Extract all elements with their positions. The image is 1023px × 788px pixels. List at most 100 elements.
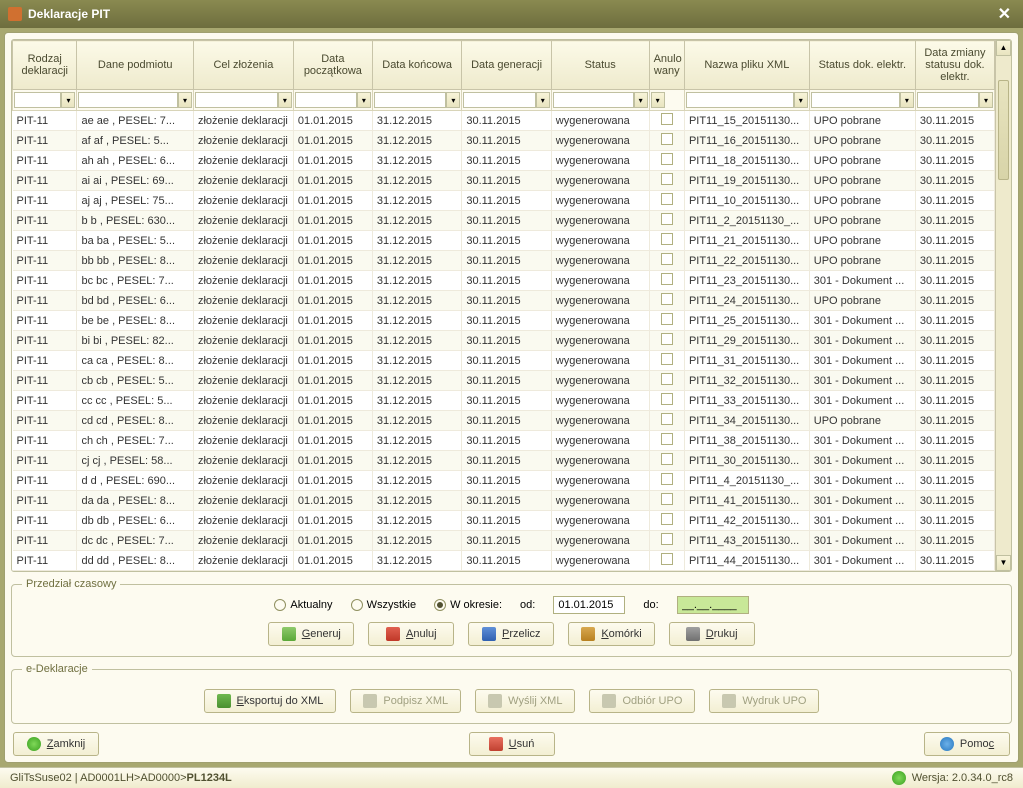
- filter-input-sde[interactable]: [811, 92, 900, 108]
- col-header-dgen[interactable]: Data generacji: [462, 41, 551, 90]
- col-header-dzse[interactable]: Data zmiany statusu dok. elektr.: [915, 41, 994, 90]
- table-row[interactable]: PIT-11ai ai , PESEL: 69...złożenie dekla…: [13, 171, 995, 191]
- table-row[interactable]: PIT-11dd dd , PESEL: 8...złożenie deklar…: [13, 551, 995, 571]
- anulowany-checkbox[interactable]: [661, 333, 673, 345]
- anulowany-checkbox[interactable]: [661, 273, 673, 285]
- filter-dd-sde[interactable]: ▾: [900, 92, 914, 108]
- anulowany-checkbox[interactable]: [661, 293, 673, 305]
- filter-dd-anul[interactable]: ▾: [651, 92, 665, 108]
- vertical-scrollbar[interactable]: ▲ ▼: [995, 40, 1011, 571]
- filter-dd-dkonc[interactable]: ▾: [446, 92, 460, 108]
- table-row[interactable]: PIT-11dc dc , PESEL: 7...złożenie deklar…: [13, 531, 995, 551]
- anulowany-checkbox[interactable]: [661, 553, 673, 565]
- anulowany-checkbox[interactable]: [661, 513, 673, 525]
- anulowany-checkbox[interactable]: [661, 313, 673, 325]
- table-row[interactable]: PIT-11ba ba , PESEL: 5...złożenie deklar…: [13, 231, 995, 251]
- radio-wszystkie[interactable]: Wszystkie: [351, 599, 417, 611]
- anulowany-checkbox[interactable]: [661, 373, 673, 385]
- scroll-down-arrow[interactable]: ▼: [996, 555, 1011, 571]
- anulowany-checkbox[interactable]: [661, 493, 673, 505]
- anulowany-checkbox[interactable]: [661, 453, 673, 465]
- generuj-button[interactable]: Generuj: [268, 622, 354, 646]
- drukuj-button[interactable]: Drukuj: [669, 622, 755, 646]
- table-row[interactable]: PIT-11cd cd , PESEL: 8...złożenie deklar…: [13, 411, 995, 431]
- filter-dd-dpocz[interactable]: ▾: [357, 92, 371, 108]
- table-row[interactable]: PIT-11bd bd , PESEL: 6...złożenie deklar…: [13, 291, 995, 311]
- anulowany-checkbox[interactable]: [661, 173, 673, 185]
- eksportuj-xml-button[interactable]: Eksportuj do XML: [204, 689, 337, 713]
- col-header-status[interactable]: Status: [551, 41, 649, 90]
- filter-dd-dzse[interactable]: ▾: [979, 92, 993, 108]
- col-header-anul[interactable]: Anulo wany: [649, 41, 684, 90]
- anulowany-checkbox[interactable]: [661, 193, 673, 205]
- col-header-dpocz[interactable]: Data początkowa: [293, 41, 372, 90]
- anulowany-checkbox[interactable]: [661, 413, 673, 425]
- filter-input-status[interactable]: [553, 92, 634, 108]
- filter-input-cel[interactable]: [195, 92, 278, 108]
- table-row[interactable]: PIT-11bi bi , PESEL: 82...złożenie dekla…: [13, 331, 995, 351]
- podpisz-xml-button[interactable]: Podpisz XML: [350, 689, 461, 713]
- przelicz-button[interactable]: Przelicz: [468, 622, 554, 646]
- zamknij-button[interactable]: Zamknij: [13, 732, 99, 756]
- col-header-sde[interactable]: Status dok. elektr.: [809, 41, 915, 90]
- filter-input-dane[interactable]: [78, 92, 178, 108]
- anulowany-checkbox[interactable]: [661, 353, 673, 365]
- table-row[interactable]: PIT-11da da , PESEL: 8...złożenie deklar…: [13, 491, 995, 511]
- wyslij-xml-button[interactable]: Wyślij XML: [475, 689, 575, 713]
- scroll-up-arrow[interactable]: ▲: [996, 40, 1011, 56]
- filter-dd-dgen[interactable]: ▾: [536, 92, 550, 108]
- anulowany-checkbox[interactable]: [661, 473, 673, 485]
- table-row[interactable]: PIT-11ae ae , PESEL: 7...złożenie deklar…: [13, 111, 995, 131]
- anulowany-checkbox[interactable]: [661, 153, 673, 165]
- date-od-input[interactable]: [553, 596, 625, 614]
- anulowany-checkbox[interactable]: [661, 253, 673, 265]
- table-row[interactable]: PIT-11ca ca , PESEL: 8...złożenie deklar…: [13, 351, 995, 371]
- col-header-nazwa[interactable]: Nazwa pliku XML: [684, 41, 809, 90]
- table-row[interactable]: PIT-11be be , PESEL: 8...złożenie deklar…: [13, 311, 995, 331]
- komorki-button[interactable]: Komórki: [568, 622, 654, 646]
- filter-input-nazwa[interactable]: [686, 92, 794, 108]
- date-do-input[interactable]: [677, 596, 749, 614]
- scroll-thumb[interactable]: [998, 80, 1009, 180]
- usun-button[interactable]: Usuń: [469, 732, 555, 756]
- radio-aktualny[interactable]: Aktualny: [274, 599, 332, 611]
- table-row[interactable]: PIT-11cc cc , PESEL: 5...złożenie deklar…: [13, 391, 995, 411]
- anulowany-checkbox[interactable]: [661, 233, 673, 245]
- close-button[interactable]: ✕: [994, 4, 1015, 24]
- table-row[interactable]: PIT-11ah ah , PESEL: 6...złożenie deklar…: [13, 151, 995, 171]
- anulowany-checkbox[interactable]: [661, 113, 673, 125]
- filter-input-dkonc[interactable]: [374, 92, 446, 108]
- table-row[interactable]: PIT-11cb cb , PESEL: 5...złożenie deklar…: [13, 371, 995, 391]
- pomoc-button[interactable]: Pomoc: [924, 732, 1010, 756]
- table-row[interactable]: PIT-11b b , PESEL: 630...złożenie deklar…: [13, 211, 995, 231]
- table-row[interactable]: PIT-11bc bc , PESEL: 7...złożenie deklar…: [13, 271, 995, 291]
- col-header-dkonc[interactable]: Data końcowa: [372, 41, 461, 90]
- anulowany-checkbox[interactable]: [661, 433, 673, 445]
- filter-dd-nazwa[interactable]: ▾: [794, 92, 808, 108]
- table-row[interactable]: PIT-11ch ch , PESEL: 7...złożenie deklar…: [13, 431, 995, 451]
- anuluj-button[interactable]: Anuluj: [368, 622, 454, 646]
- radio-wokresie[interactable]: W okresie:: [434, 599, 502, 611]
- filter-input-dpocz[interactable]: [295, 92, 357, 108]
- filter-dd-dane[interactable]: ▾: [178, 92, 192, 108]
- wydruk-upo-button[interactable]: Wydruk UPO: [709, 689, 819, 713]
- table-row[interactable]: PIT-11af af , PESEL: 5...złożenie deklar…: [13, 131, 995, 151]
- filter-dd-cel[interactable]: ▾: [278, 92, 292, 108]
- col-header-cel[interactable]: Cel złożenia: [193, 41, 293, 90]
- col-header-rodzaj[interactable]: Rodzaj deklaracji: [13, 41, 77, 90]
- anulowany-checkbox[interactable]: [661, 133, 673, 145]
- filter-input-dzse[interactable]: [917, 92, 979, 108]
- filter-dd-status[interactable]: ▾: [634, 92, 648, 108]
- odbior-upo-button[interactable]: Odbiór UPO: [589, 689, 695, 713]
- table-row[interactable]: PIT-11db db , PESEL: 6...złożenie deklar…: [13, 511, 995, 531]
- col-header-dane[interactable]: Dane podmiotu: [77, 41, 194, 90]
- table-row[interactable]: PIT-11bb bb , PESEL: 8...złożenie deklar…: [13, 251, 995, 271]
- anulowany-checkbox[interactable]: [661, 533, 673, 545]
- filter-input-dgen[interactable]: [463, 92, 535, 108]
- table-row[interactable]: PIT-11aj aj , PESEL: 75...złożenie dekla…: [13, 191, 995, 211]
- filter-dd-rodzaj[interactable]: ▾: [61, 92, 75, 108]
- table-row[interactable]: PIT-11d d , PESEL: 690...złożenie deklar…: [13, 471, 995, 491]
- anulowany-checkbox[interactable]: [661, 393, 673, 405]
- anulowany-checkbox[interactable]: [661, 213, 673, 225]
- table-row[interactable]: PIT-11cj cj , PESEL: 58...złożenie dekla…: [13, 451, 995, 471]
